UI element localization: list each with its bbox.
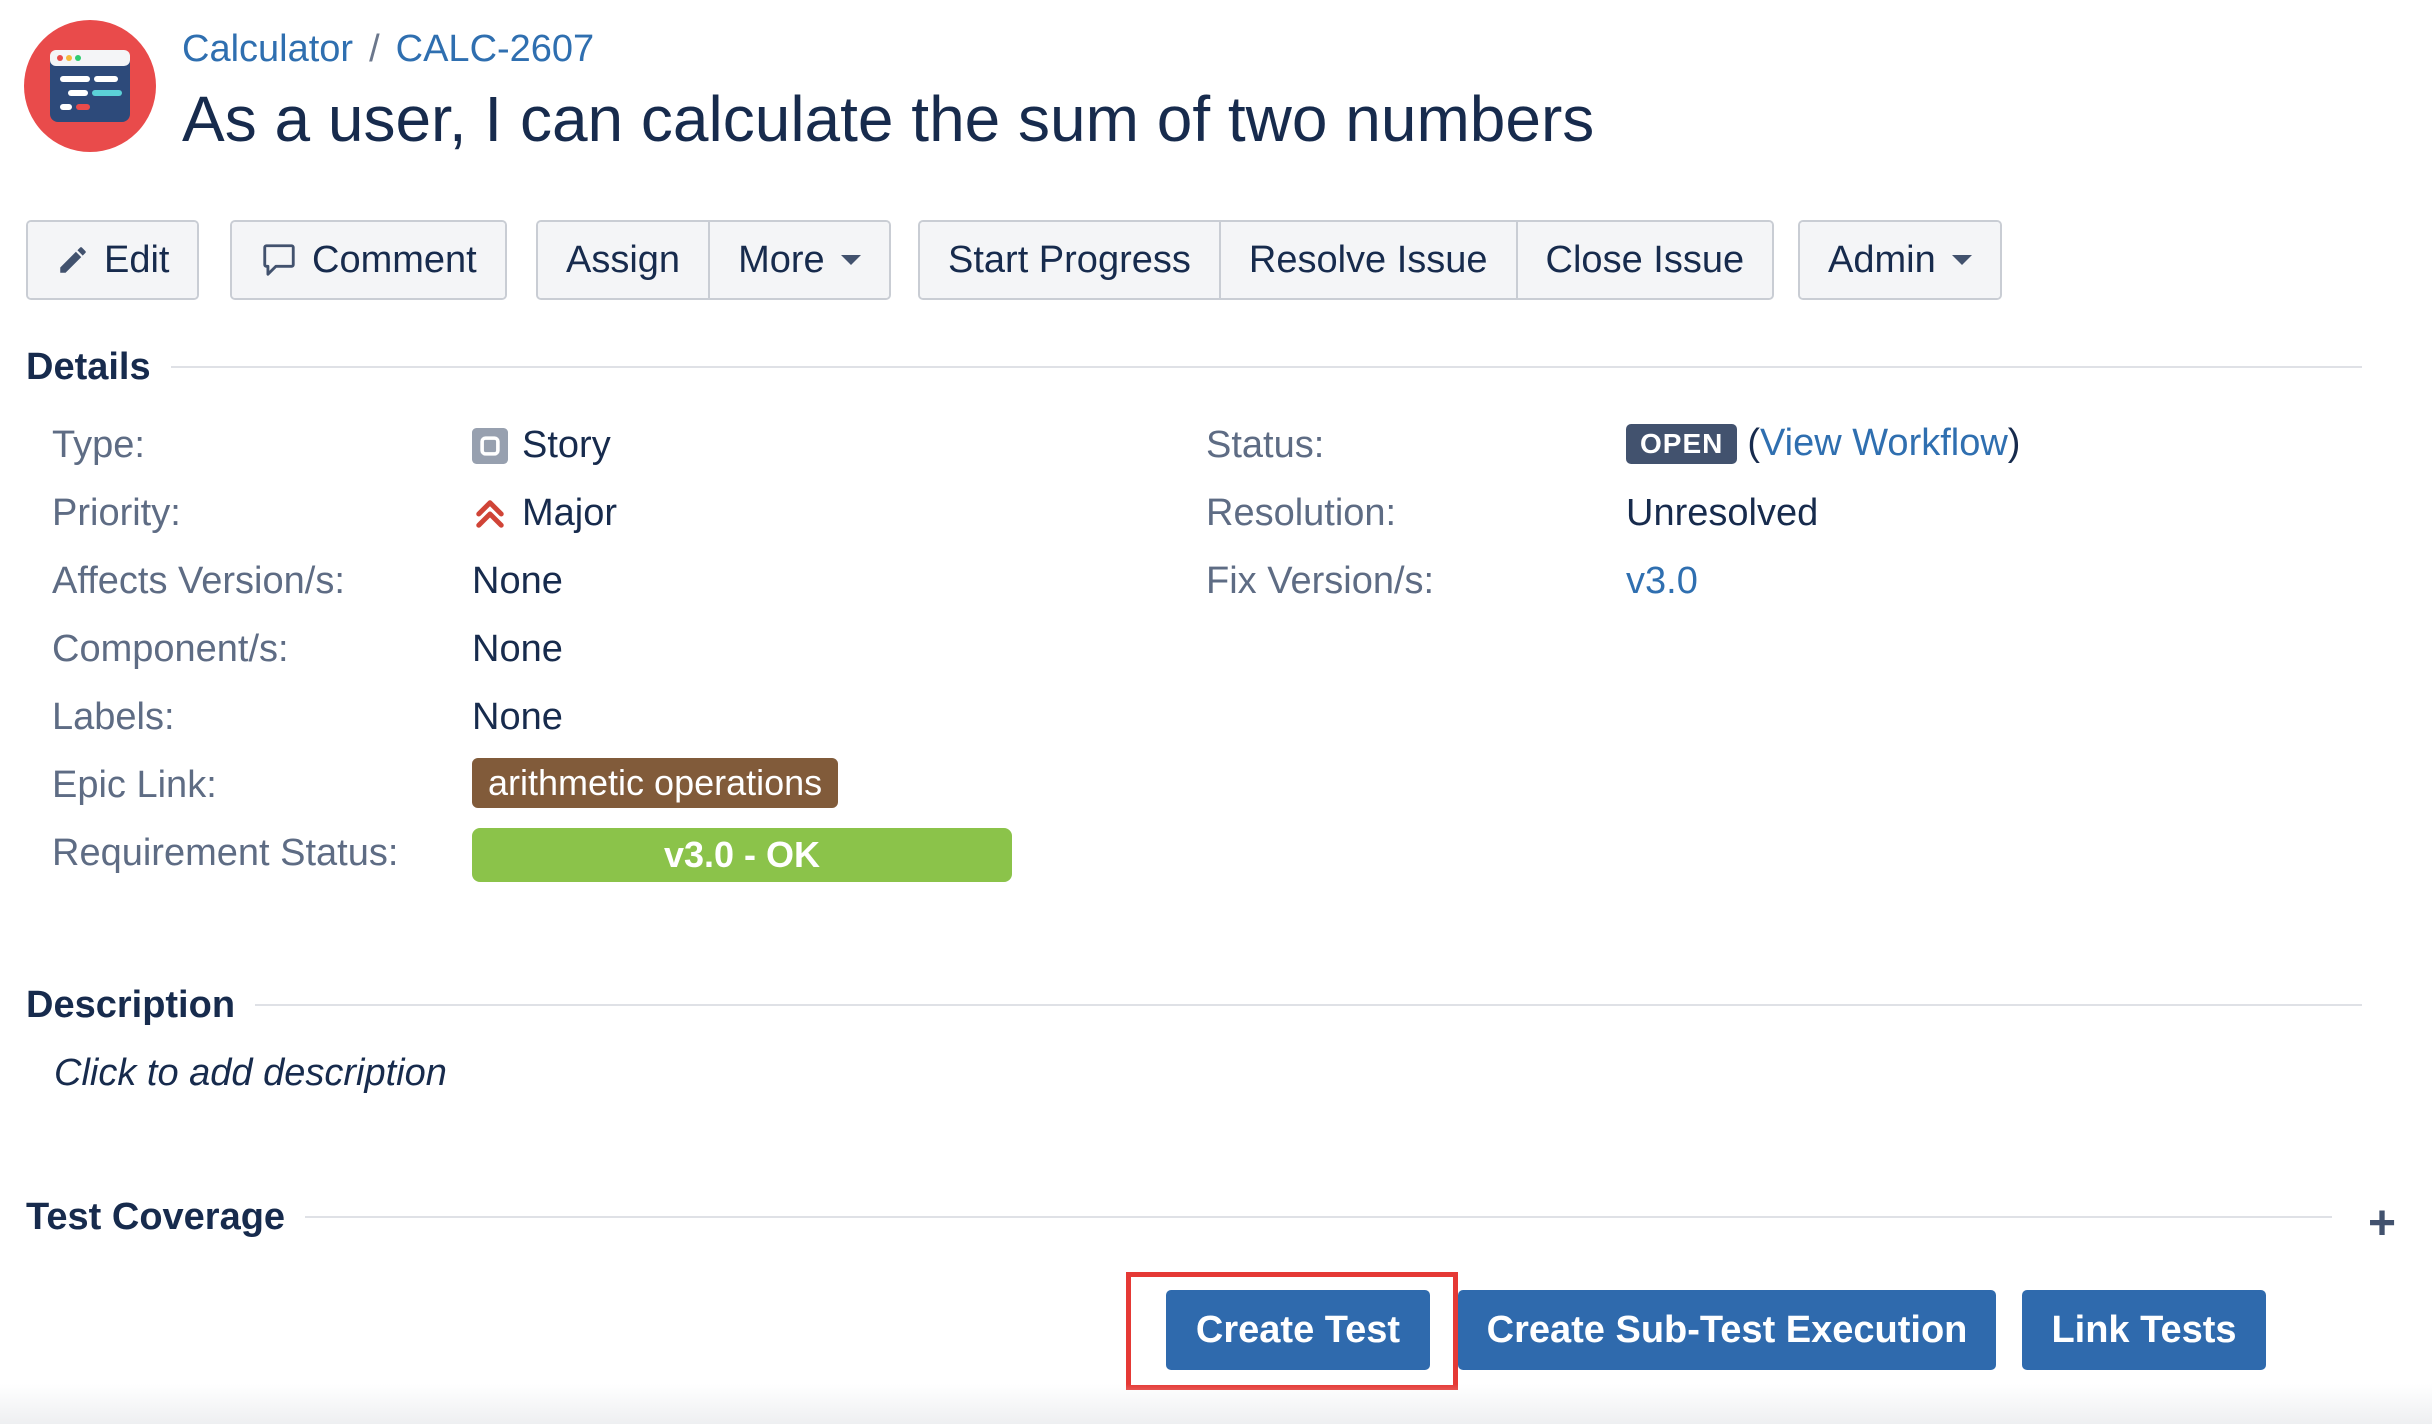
priority-value-text: Major <box>522 492 618 534</box>
section-divider <box>255 1004 2362 1006</box>
priority-major-icon <box>476 499 504 528</box>
more-button[interactable]: More <box>708 222 889 298</box>
epic-link-label: Epic Link: <box>52 764 217 806</box>
test-coverage-heading: Test Coverage <box>26 1195 286 1238</box>
admin-button-label: Admin <box>1828 238 1936 281</box>
assign-more-button-group: Assign More <box>536 220 891 300</box>
component-label: Component/s: <box>52 628 289 670</box>
workflow-button-group: Start Progress Resolve Issue Close Issue <box>918 220 1775 300</box>
test-coverage-section-header: Test Coverage <box>26 1192 2332 1242</box>
pencil-icon <box>60 247 86 273</box>
breadcrumb-separator: / <box>369 27 380 70</box>
affects-version-value: None <box>472 560 563 602</box>
type-value: Story <box>472 424 611 467</box>
admin-button-group: Admin <box>1798 220 2002 300</box>
requirement-status-badge: v3.0 - OK <box>472 828 1012 882</box>
page-title: As a user, I can calculate the sum of tw… <box>182 83 1595 155</box>
fix-version-label: Fix Version/s: <box>1206 560 1435 602</box>
labels-label: Labels: <box>52 696 175 738</box>
chevron-down-icon <box>1951 255 1972 265</box>
view-workflow-link[interactable]: View Workflow <box>1760 422 2008 465</box>
component-value: None <box>472 628 563 670</box>
edit-button-group: Edit <box>26 220 200 300</box>
resolution-label: Resolution: <box>1206 492 1397 534</box>
edit-button[interactable]: Edit <box>28 222 198 298</box>
type-label: Type: <box>52 424 145 466</box>
description-section-header: Description <box>26 980 2362 1030</box>
story-icon <box>472 427 508 464</box>
admin-button[interactable]: Admin <box>1800 222 2000 298</box>
epic-link-value: arithmetic operations <box>472 758 839 808</box>
bottom-fade <box>0 1384 2432 1424</box>
status-label: Status: <box>1206 424 1325 466</box>
breadcrumb-project-link[interactable]: Calculator <box>182 28 353 71</box>
description-placeholder[interactable]: Click to add description <box>54 1052 447 1095</box>
view-workflow-open-paren: ( <box>1747 422 1761 464</box>
labels-value: None <box>472 696 563 738</box>
close-issue-button[interactable]: Close Issue <box>1515 222 1773 298</box>
start-progress-button[interactable]: Start Progress <box>920 222 1219 298</box>
type-value-text: Story <box>522 424 611 466</box>
comment-button-group: Comment <box>230 220 507 300</box>
resolve-issue-button[interactable]: Resolve Issue <box>1218 222 1516 298</box>
fix-version-link[interactable]: v3.0 <box>1626 560 1698 603</box>
priority-label: Priority: <box>52 492 181 534</box>
affects-version-label: Affects Version/s: <box>52 560 345 602</box>
section-divider <box>305 1216 2332 1218</box>
view-workflow-close-paren: ) <box>2007 422 2021 464</box>
status-value: OPEN ( View Workflow ) <box>1626 422 2020 465</box>
comment-icon <box>263 244 295 276</box>
breadcrumb: Calculator / CALC-2607 <box>182 24 594 74</box>
project-avatar <box>24 20 156 152</box>
breadcrumb-issue-key-link[interactable]: CALC-2607 <box>396 28 595 71</box>
comment-button-label: Comment <box>312 238 477 281</box>
requirement-status-label: Requirement Status: <box>52 832 399 874</box>
more-button-label: More <box>738 238 825 281</box>
add-icon[interactable]: + <box>2368 1200 2396 1248</box>
details-heading: Details <box>26 345 151 388</box>
epic-link-lozenge[interactable]: arithmetic operations <box>472 758 839 808</box>
priority-value: Major <box>472 492 617 535</box>
create-sub-test-execution-button[interactable]: Create Sub-Test Execution <box>1458 1290 1996 1370</box>
description-heading: Description <box>26 983 236 1026</box>
highlight-box <box>1126 1272 1458 1390</box>
link-tests-button[interactable]: Link Tests <box>2022 1290 2266 1370</box>
resolution-value: Unresolved <box>1626 492 1819 534</box>
section-divider <box>170 366 2362 368</box>
assign-button[interactable]: Assign <box>538 222 709 298</box>
comment-button[interactable]: Comment <box>232 222 505 298</box>
edit-button-label: Edit <box>104 238 170 281</box>
details-section-header: Details <box>26 342 2362 392</box>
chevron-down-icon <box>840 255 861 265</box>
status-badge: OPEN <box>1626 423 1738 464</box>
requirement-status-value: v3.0 - OK <box>472 828 1012 882</box>
